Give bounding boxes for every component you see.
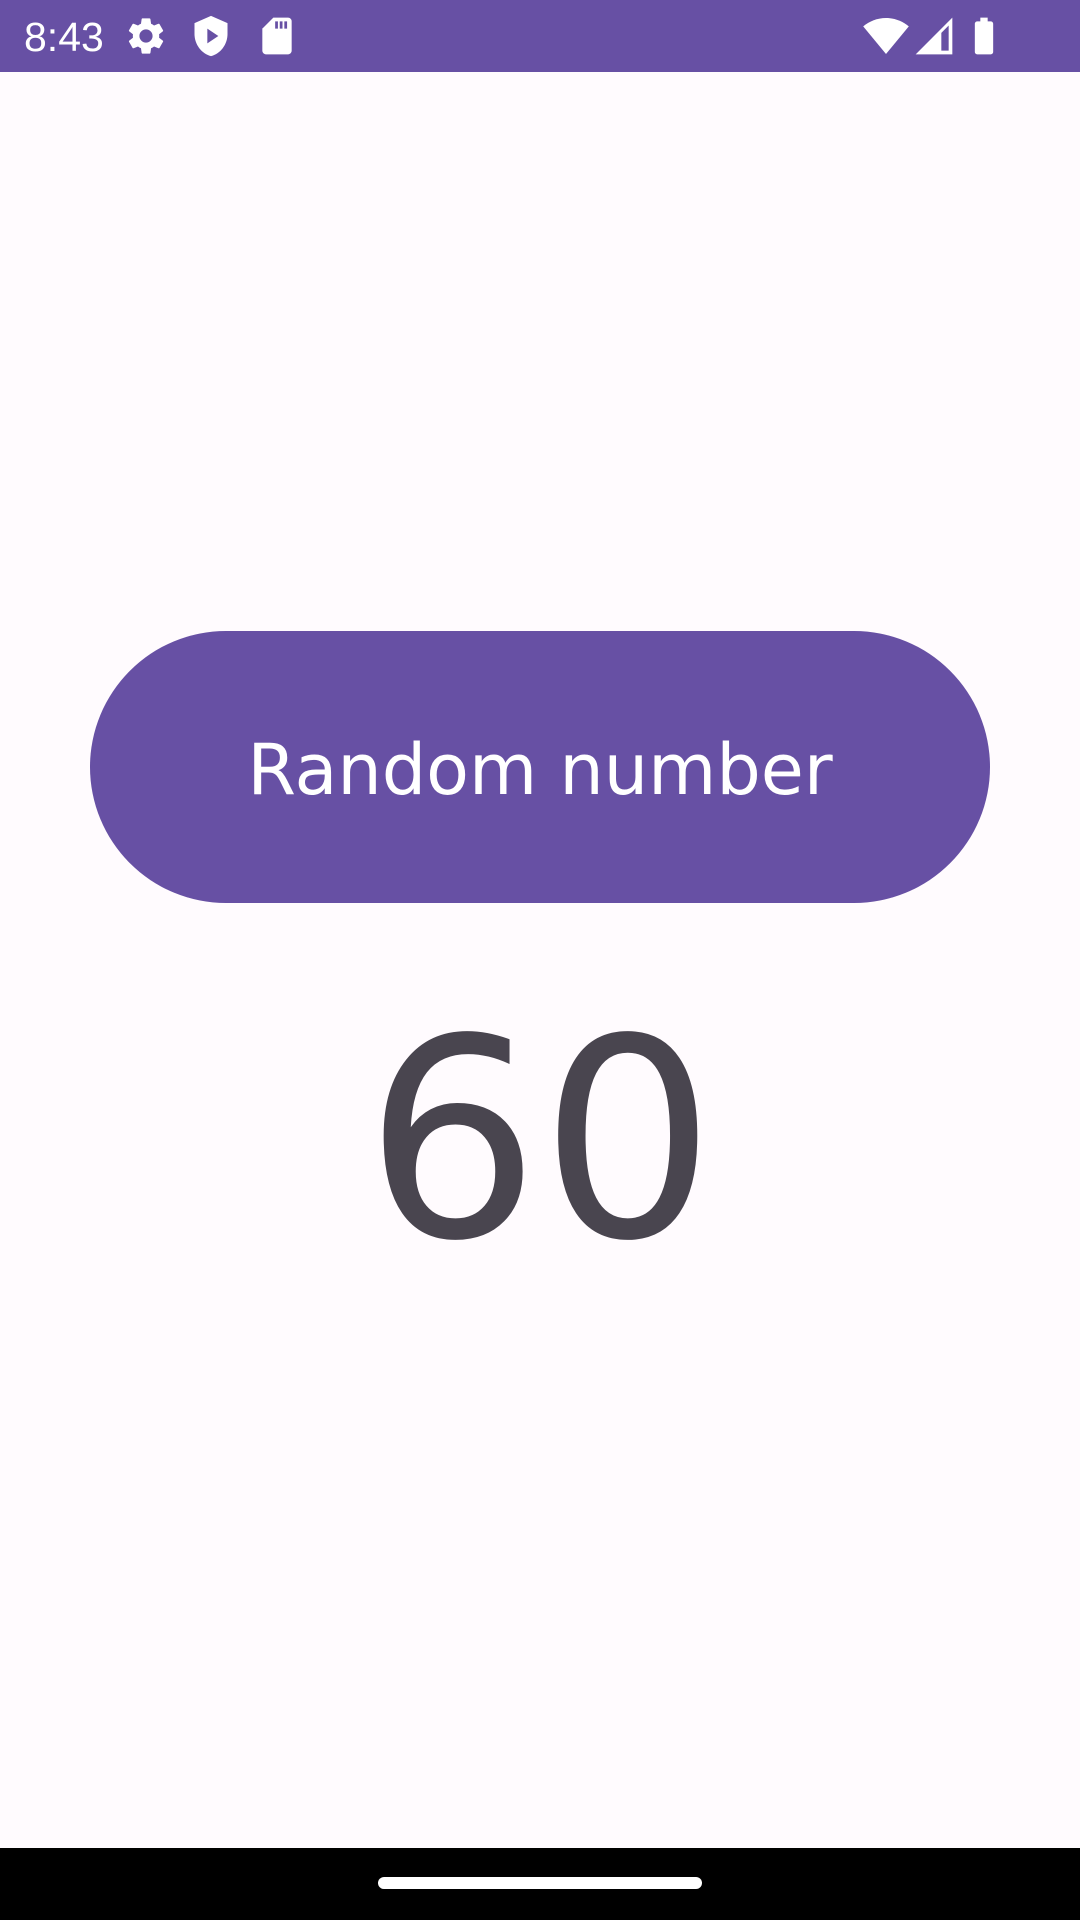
random-number-value: 60 xyxy=(364,981,716,1302)
status-time: 8:43 xyxy=(24,14,104,60)
gear-icon xyxy=(124,14,168,58)
cell-signal-icon xyxy=(912,14,956,58)
battery-icon xyxy=(962,14,1006,58)
home-gesture-handle[interactable] xyxy=(378,1877,702,1889)
random-number-button[interactable]: Random number xyxy=(90,631,990,903)
main-content: Random number 60 xyxy=(0,72,1080,1848)
wifi-icon xyxy=(862,12,910,60)
sd-card-icon xyxy=(255,14,299,58)
random-number-button-label: Random number xyxy=(247,729,833,811)
shield-play-icon xyxy=(189,14,233,58)
status-bar: 8:43 xyxy=(0,0,1080,72)
